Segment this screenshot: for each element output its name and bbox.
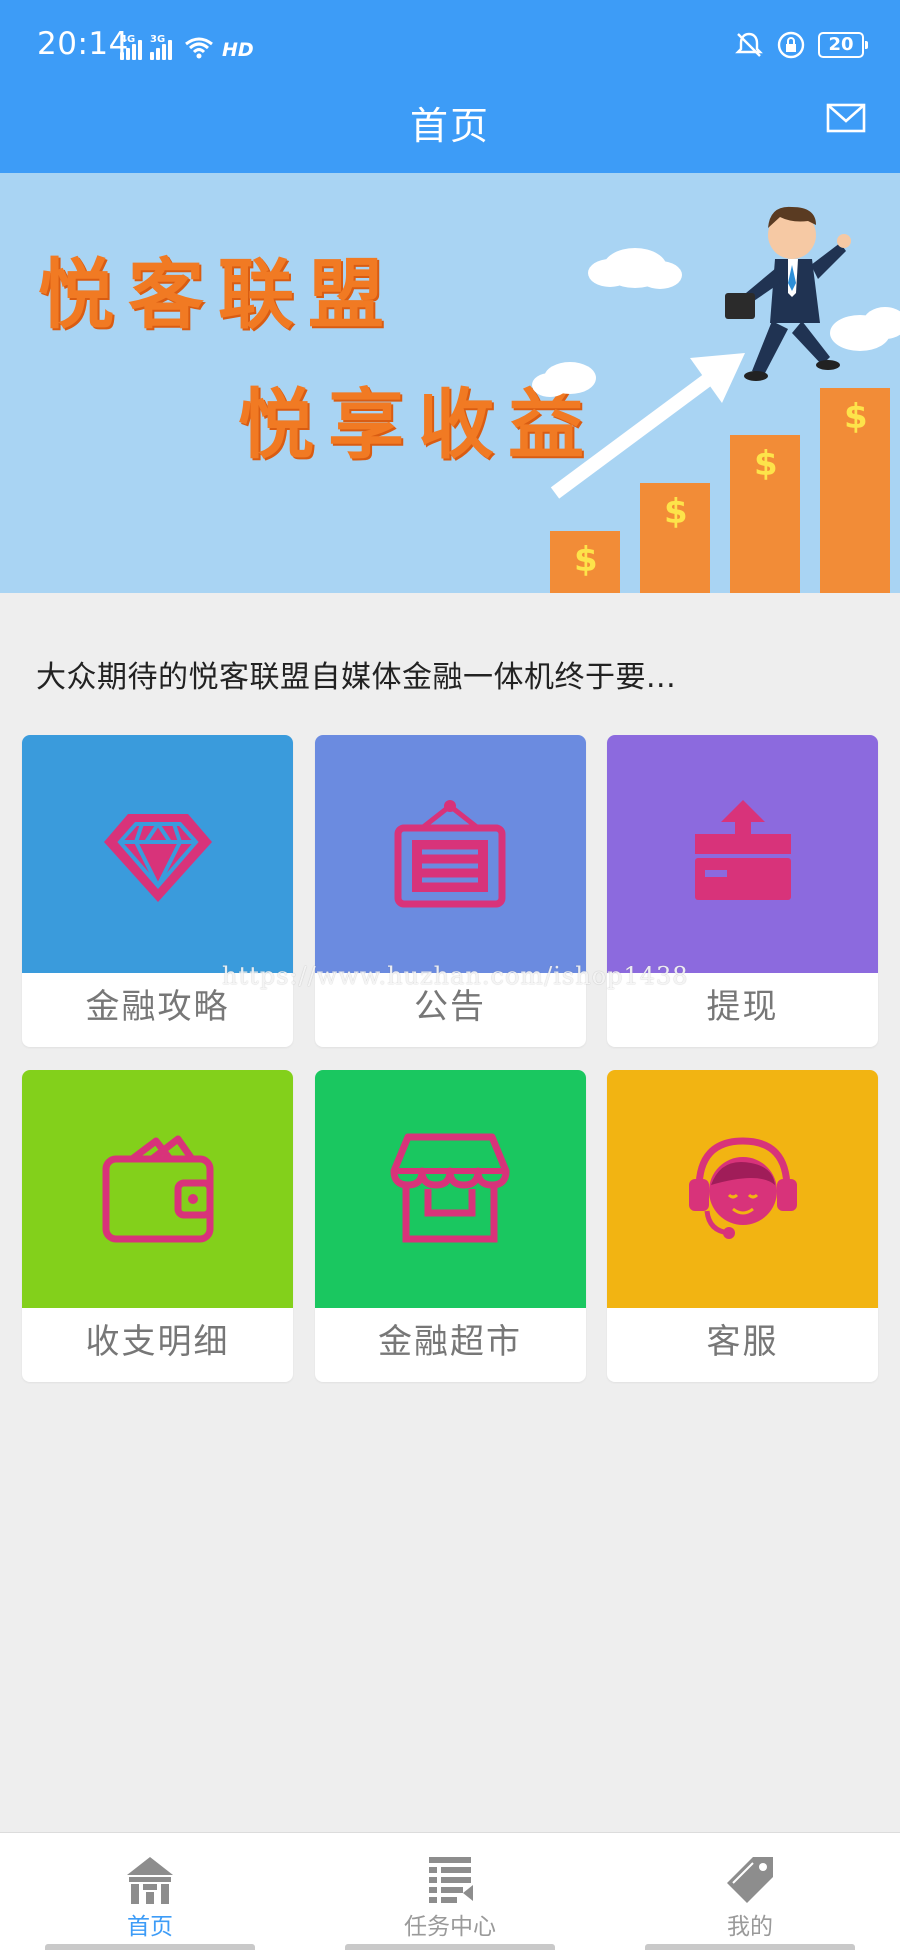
tile-label: 金融超市	[378, 1322, 522, 1362]
tile-finance-market[interactable]: 金融超市	[314, 1070, 586, 1382]
svg-text:$: $	[844, 397, 868, 437]
bell-muted-icon	[735, 32, 763, 57]
page-title: 首页	[409, 104, 490, 148]
mail-icon[interactable]	[826, 102, 866, 134]
status-time: 20:14	[37, 26, 129, 62]
tile-icon-area	[22, 1070, 293, 1308]
tile-icon-area	[22, 735, 293, 973]
nav-item-home[interactable]: 首页	[0, 1833, 300, 1950]
banner-headline: 悦客联盟	[38, 250, 398, 339]
nav-label: 首页	[127, 1914, 173, 1940]
status-right: 20	[734, 30, 868, 60]
tile-announcement[interactable]: 公告	[314, 735, 586, 1047]
feature-grid: 金融攻略 公告 提现 收支明细 金融超市 客服	[22, 735, 878, 1382]
tag-icon	[727, 1857, 773, 1903]
bottom-nav: 首页 任务中心 我的	[0, 1832, 900, 1950]
promo-banner[interactable]: 悦客联盟 悦享收益 $ $ $ $	[0, 173, 900, 593]
tile-transactions[interactable]: 收支明细	[22, 1070, 293, 1382]
home-icon	[127, 1857, 173, 1904]
store-icon	[390, 1133, 510, 1243]
nav-item-mine[interactable]: 我的	[600, 1833, 900, 1950]
nav-label: 任务中心	[404, 1914, 496, 1940]
tile-icon-area	[314, 735, 586, 973]
signal-type-label: 3G	[150, 34, 166, 45]
lock-rotation-icon	[777, 31, 805, 59]
hd-voice-indicator: HD	[222, 39, 254, 61]
banner-illustration: $ $ $ $	[532, 206, 900, 593]
tile-customer-service[interactable]: 客服	[607, 1070, 878, 1382]
announcement-marquee[interactable]: 大众期待的悦客联盟自媒体金融一体机终于要...	[36, 652, 676, 696]
tile-icon-area	[607, 1070, 878, 1308]
wallet-icon	[102, 1135, 213, 1243]
tile-withdraw[interactable]: 提现	[607, 735, 878, 1047]
app-header: 20:14 4G 3G HD 20 首页	[0, 0, 900, 173]
tile-label: 收支明细	[85, 1322, 230, 1362]
tile-label: 客服	[706, 1322, 779, 1362]
watermark-url: https://www.huzhan.com/ishop1438	[222, 962, 689, 990]
nav-indicator	[345, 1944, 555, 1950]
signal-type-label: 4G	[120, 34, 136, 45]
tile-icon-area	[607, 735, 878, 973]
svg-text:$: $	[574, 540, 598, 580]
svg-text:$: $	[754, 444, 778, 484]
svg-text:$: $	[664, 492, 688, 532]
notice-board-icon	[394, 800, 506, 908]
tile-finance-guide[interactable]: 金融攻略	[22, 735, 293, 1047]
nav-indicator	[45, 1944, 255, 1950]
task-list-icon	[429, 1857, 473, 1903]
nav-item-task-center[interactable]: 任务中心	[300, 1833, 600, 1950]
nav-label: 我的	[727, 1914, 773, 1940]
diamond-icon	[103, 814, 212, 902]
status-signals: 4G 3G HD	[120, 30, 254, 60]
cell-signal-icon: 3G	[150, 34, 172, 60]
tile-icon-area	[314, 1070, 586, 1308]
cell-signal-icon: 4G	[120, 34, 142, 60]
customer-service-icon	[688, 1137, 797, 1239]
wifi-icon	[185, 37, 213, 59]
withdraw-card-icon	[694, 800, 791, 900]
battery-icon: 20	[818, 32, 868, 58]
nav-indicator	[645, 1944, 855, 1950]
